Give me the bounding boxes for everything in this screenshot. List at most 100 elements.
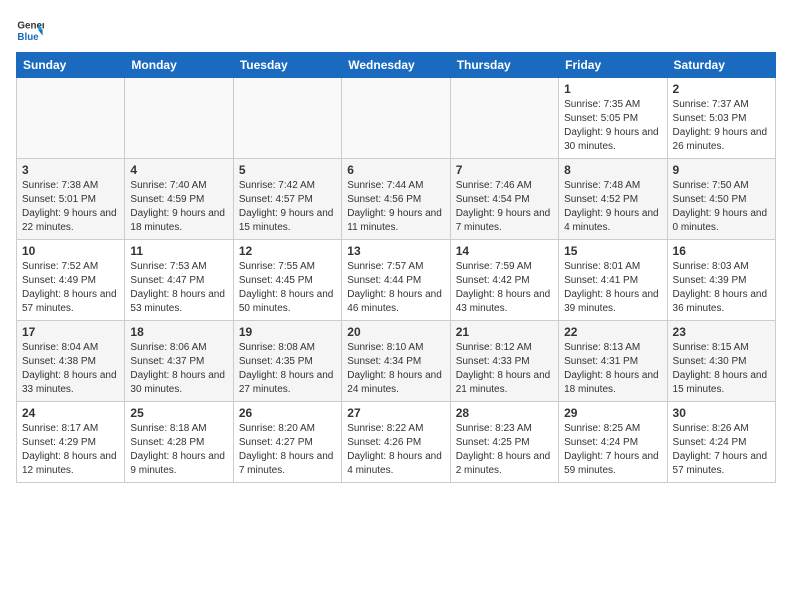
day-number: 22 — [564, 325, 661, 339]
day-info: Sunrise: 8:18 AM Sunset: 4:28 PM Dayligh… — [130, 422, 227, 478]
day-info: Sunrise: 7:42 AM Sunset: 4:57 PM Dayligh… — [239, 179, 336, 235]
day-info: Sunrise: 8:13 AM Sunset: 4:31 PM Dayligh… — [564, 341, 661, 397]
calendar-cell: 21 Sunrise: 8:12 AM Sunset: 4:33 PM Dayli… — [450, 321, 558, 402]
weekday-header: Tuesday — [233, 53, 341, 78]
day-info: Sunrise: 7:53 AM Sunset: 4:47 PM Dayligh… — [130, 260, 227, 316]
calendar-cell: 7 Sunrise: 7:46 AM Sunset: 4:54 PM Daylig… — [450, 159, 558, 240]
day-info: Sunrise: 8:03 AM Sunset: 4:39 PM Dayligh… — [673, 260, 770, 316]
weekday-row: SundayMondayTuesdayWednesdayThursdayFrid… — [17, 53, 776, 78]
calendar-cell: 29 Sunrise: 8:25 AM Sunset: 4:24 PM Dayli… — [559, 402, 667, 483]
weekday-header: Monday — [125, 53, 233, 78]
day-info: Sunrise: 7:55 AM Sunset: 4:45 PM Dayligh… — [239, 260, 336, 316]
logo: General Blue — [16, 16, 48, 44]
weekday-header: Wednesday — [342, 53, 450, 78]
calendar-week-row: 10 Sunrise: 7:52 AM Sunset: 4:49 PM Dayli… — [17, 240, 776, 321]
day-number: 16 — [673, 244, 770, 258]
weekday-header: Thursday — [450, 53, 558, 78]
calendar-cell: 3 Sunrise: 7:38 AM Sunset: 5:01 PM Daylig… — [17, 159, 125, 240]
day-number: 15 — [564, 244, 661, 258]
day-number: 30 — [673, 406, 770, 420]
day-info: Sunrise: 8:08 AM Sunset: 4:35 PM Dayligh… — [239, 341, 336, 397]
day-number: 6 — [347, 163, 444, 177]
calendar-cell: 19 Sunrise: 8:08 AM Sunset: 4:35 PM Dayli… — [233, 321, 341, 402]
calendar-cell — [17, 78, 125, 159]
day-number: 26 — [239, 406, 336, 420]
calendar-week-row: 1 Sunrise: 7:35 AM Sunset: 5:05 PM Daylig… — [17, 78, 776, 159]
calendar-cell — [342, 78, 450, 159]
day-info: Sunrise: 8:15 AM Sunset: 4:30 PM Dayligh… — [673, 341, 770, 397]
day-number: 18 — [130, 325, 227, 339]
day-number: 8 — [564, 163, 661, 177]
calendar-cell: 8Sunrise: 7:48 AM Sunset: 4:52 PM Daylig… — [559, 159, 667, 240]
day-number: 14 — [456, 244, 553, 258]
calendar-cell: 14 Sunrise: 7:59 AM Sunset: 4:42 PM Dayli… — [450, 240, 558, 321]
day-number: 19 — [239, 325, 336, 339]
day-number: 20 — [347, 325, 444, 339]
day-number: 9 — [673, 163, 770, 177]
day-info: Sunrise: 7:57 AM Sunset: 4:44 PM Dayligh… — [347, 260, 444, 316]
logo-icon: General Blue — [16, 16, 44, 44]
day-info: Sunrise: 7:52 AM Sunset: 4:49 PM Dayligh… — [22, 260, 119, 316]
calendar-cell: 2Sunrise: 7:37 AM Sunset: 5:03 PM Daylig… — [667, 78, 775, 159]
calendar-cell: 4 Sunrise: 7:40 AM Sunset: 4:59 PM Daylig… — [125, 159, 233, 240]
day-number: 1 — [564, 82, 661, 96]
day-number: 28 — [456, 406, 553, 420]
day-info: Sunrise: 8:22 AM Sunset: 4:26 PM Dayligh… — [347, 422, 444, 478]
calendar-cell: 25Sunrise: 8:18 AM Sunset: 4:28 PM Dayli… — [125, 402, 233, 483]
day-info: Sunrise: 7:40 AM Sunset: 4:59 PM Dayligh… — [130, 179, 227, 235]
calendar-cell: 18 Sunrise: 8:06 AM Sunset: 4:37 PM Dayli… — [125, 321, 233, 402]
calendar-cell: 28 Sunrise: 8:23 AM Sunset: 4:25 PM Dayli… — [450, 402, 558, 483]
calendar-cell: 10 Sunrise: 7:52 AM Sunset: 4:49 PM Dayli… — [17, 240, 125, 321]
day-number: 17 — [22, 325, 119, 339]
calendar-cell: 27 Sunrise: 8:22 AM Sunset: 4:26 PM Dayli… — [342, 402, 450, 483]
day-info: Sunrise: 7:46 AM Sunset: 4:54 PM Dayligh… — [456, 179, 553, 235]
day-number: 13 — [347, 244, 444, 258]
header: General Blue — [16, 16, 776, 44]
day-number: 23 — [673, 325, 770, 339]
day-info: Sunrise: 7:59 AM Sunset: 4:42 PM Dayligh… — [456, 260, 553, 316]
day-number: 21 — [456, 325, 553, 339]
day-number: 29 — [564, 406, 661, 420]
day-info: Sunrise: 8:01 AM Sunset: 4:41 PM Dayligh… — [564, 260, 661, 316]
day-number: 10 — [22, 244, 119, 258]
weekday-header: Sunday — [17, 53, 125, 78]
calendar-cell: 1 Sunrise: 7:35 AM Sunset: 5:05 PM Daylig… — [559, 78, 667, 159]
calendar-cell: 16 Sunrise: 8:03 AM Sunset: 4:39 PM Dayli… — [667, 240, 775, 321]
calendar-cell: 23 Sunrise: 8:15 AM Sunset: 4:30 PM Dayli… — [667, 321, 775, 402]
day-info: Sunrise: 8:06 AM Sunset: 4:37 PM Dayligh… — [130, 341, 227, 397]
day-info: Sunrise: 8:25 AM Sunset: 4:24 PM Dayligh… — [564, 422, 661, 478]
calendar-header: SundayMondayTuesdayWednesdayThursdayFrid… — [17, 53, 776, 78]
calendar-cell — [125, 78, 233, 159]
day-number: 5 — [239, 163, 336, 177]
day-number: 7 — [456, 163, 553, 177]
day-number: 27 — [347, 406, 444, 420]
calendar-cell: 15 Sunrise: 8:01 AM Sunset: 4:41 PM Dayli… — [559, 240, 667, 321]
day-info: Sunrise: 7:44 AM Sunset: 4:56 PM Dayligh… — [347, 179, 444, 235]
day-info: Sunrise: 7:37 AM Sunset: 5:03 PM Dayligh… — [673, 98, 770, 154]
calendar-body: 1 Sunrise: 7:35 AM Sunset: 5:05 PM Daylig… — [17, 78, 776, 483]
calendar-cell: 6 Sunrise: 7:44 AM Sunset: 4:56 PM Daylig… — [342, 159, 450, 240]
calendar-cell — [233, 78, 341, 159]
weekday-header: Friday — [559, 53, 667, 78]
calendar-cell: 17Sunrise: 8:04 AM Sunset: 4:38 PM Dayli… — [17, 321, 125, 402]
weekday-header: Saturday — [667, 53, 775, 78]
calendar-cell: 11 Sunrise: 7:53 AM Sunset: 4:47 PM Dayli… — [125, 240, 233, 321]
calendar-cell: 24Sunrise: 8:17 AM Sunset: 4:29 PM Dayli… — [17, 402, 125, 483]
calendar-week-row: 24Sunrise: 8:17 AM Sunset: 4:29 PM Dayli… — [17, 402, 776, 483]
day-number: 4 — [130, 163, 227, 177]
day-info: Sunrise: 8:23 AM Sunset: 4:25 PM Dayligh… — [456, 422, 553, 478]
day-number: 24 — [22, 406, 119, 420]
calendar-cell: 5 Sunrise: 7:42 AM Sunset: 4:57 PM Daylig… — [233, 159, 341, 240]
day-number: 11 — [130, 244, 227, 258]
calendar-cell: 12Sunrise: 7:55 AM Sunset: 4:45 PM Dayli… — [233, 240, 341, 321]
day-number: 3 — [22, 163, 119, 177]
calendar-cell: 22 Sunrise: 8:13 AM Sunset: 4:31 PM Dayli… — [559, 321, 667, 402]
day-info: Sunrise: 8:12 AM Sunset: 4:33 PM Dayligh… — [456, 341, 553, 397]
day-info: Sunrise: 8:26 AM Sunset: 4:24 PM Dayligh… — [673, 422, 770, 478]
day-info: Sunrise: 7:38 AM Sunset: 5:01 PM Dayligh… — [22, 179, 119, 235]
calendar-cell: 13 Sunrise: 7:57 AM Sunset: 4:44 PM Dayli… — [342, 240, 450, 321]
calendar-cell: 26 Sunrise: 8:20 AM Sunset: 4:27 PM Dayli… — [233, 402, 341, 483]
day-info: Sunrise: 8:20 AM Sunset: 4:27 PM Dayligh… — [239, 422, 336, 478]
calendar-cell: 30 Sunrise: 8:26 AM Sunset: 4:24 PM Dayli… — [667, 402, 775, 483]
day-info: Sunrise: 7:35 AM Sunset: 5:05 PM Dayligh… — [564, 98, 661, 154]
